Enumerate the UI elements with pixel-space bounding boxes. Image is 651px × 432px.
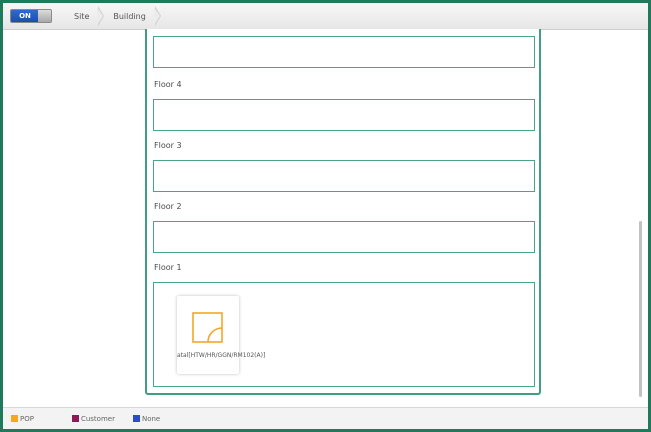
vertical-scrollbar[interactable] <box>639 221 642 397</box>
breadcrumb-site-label: Site <box>74 12 90 21</box>
breadcrumb-building-label: Building <box>113 12 146 21</box>
breadcrumb-building[interactable]: Building <box>98 3 161 30</box>
floor-2-label: Floor 2 <box>154 202 182 211</box>
floor-4-label: Floor 4 <box>154 80 182 89</box>
top-toolbar: ON Site Building <box>3 3 648 30</box>
pop-swatch-icon <box>11 415 18 422</box>
device-card[interactable]: atal[HTW/HR/GGN/RM102(A)] <box>177 296 266 374</box>
device-name: atal[HTW/HR/GGN/RM102(A)] <box>177 352 266 359</box>
app-window: ON Site Building Floor 4 Floor 3 Floor 2… <box>3 3 648 429</box>
none-swatch-icon <box>132 415 140 422</box>
legend-none: None <box>132 414 161 423</box>
breadcrumb: Site Building <box>59 3 161 30</box>
breadcrumb-site[interactable]: Site <box>59 3 105 30</box>
building-panel: Floor 4 Floor 3 Floor 2 Floor 1 atal[HTW… <box>145 29 541 395</box>
floor-4-area[interactable] <box>153 99 535 131</box>
floor-1-area[interactable]: atal[HTW/HR/GGN/RM102(A)] <box>153 282 535 387</box>
legend-pop: POP <box>11 415 34 423</box>
legend-customer-label: Customer <box>80 414 115 423</box>
legend: POP Customer None <box>3 407 648 429</box>
floor-2-area[interactable] <box>153 221 535 253</box>
toggle-knob <box>38 10 51 22</box>
legend-none-label: None <box>141 414 161 423</box>
toggle-label: ON <box>11 10 39 22</box>
legend-customer: Customer <box>71 414 115 423</box>
customer-swatch-icon <box>71 415 79 422</box>
floor-5-area[interactable] <box>153 36 535 68</box>
on-off-toggle[interactable]: ON <box>10 9 52 23</box>
floor-3-label: Floor 3 <box>154 141 182 150</box>
floor-3-area[interactable] <box>153 160 535 192</box>
breadcrumb-separator <box>153 6 161 26</box>
pop-device-icon <box>192 312 223 343</box>
floor-1-label: Floor 1 <box>154 263 182 272</box>
legend-pop-label: POP <box>20 414 34 423</box>
